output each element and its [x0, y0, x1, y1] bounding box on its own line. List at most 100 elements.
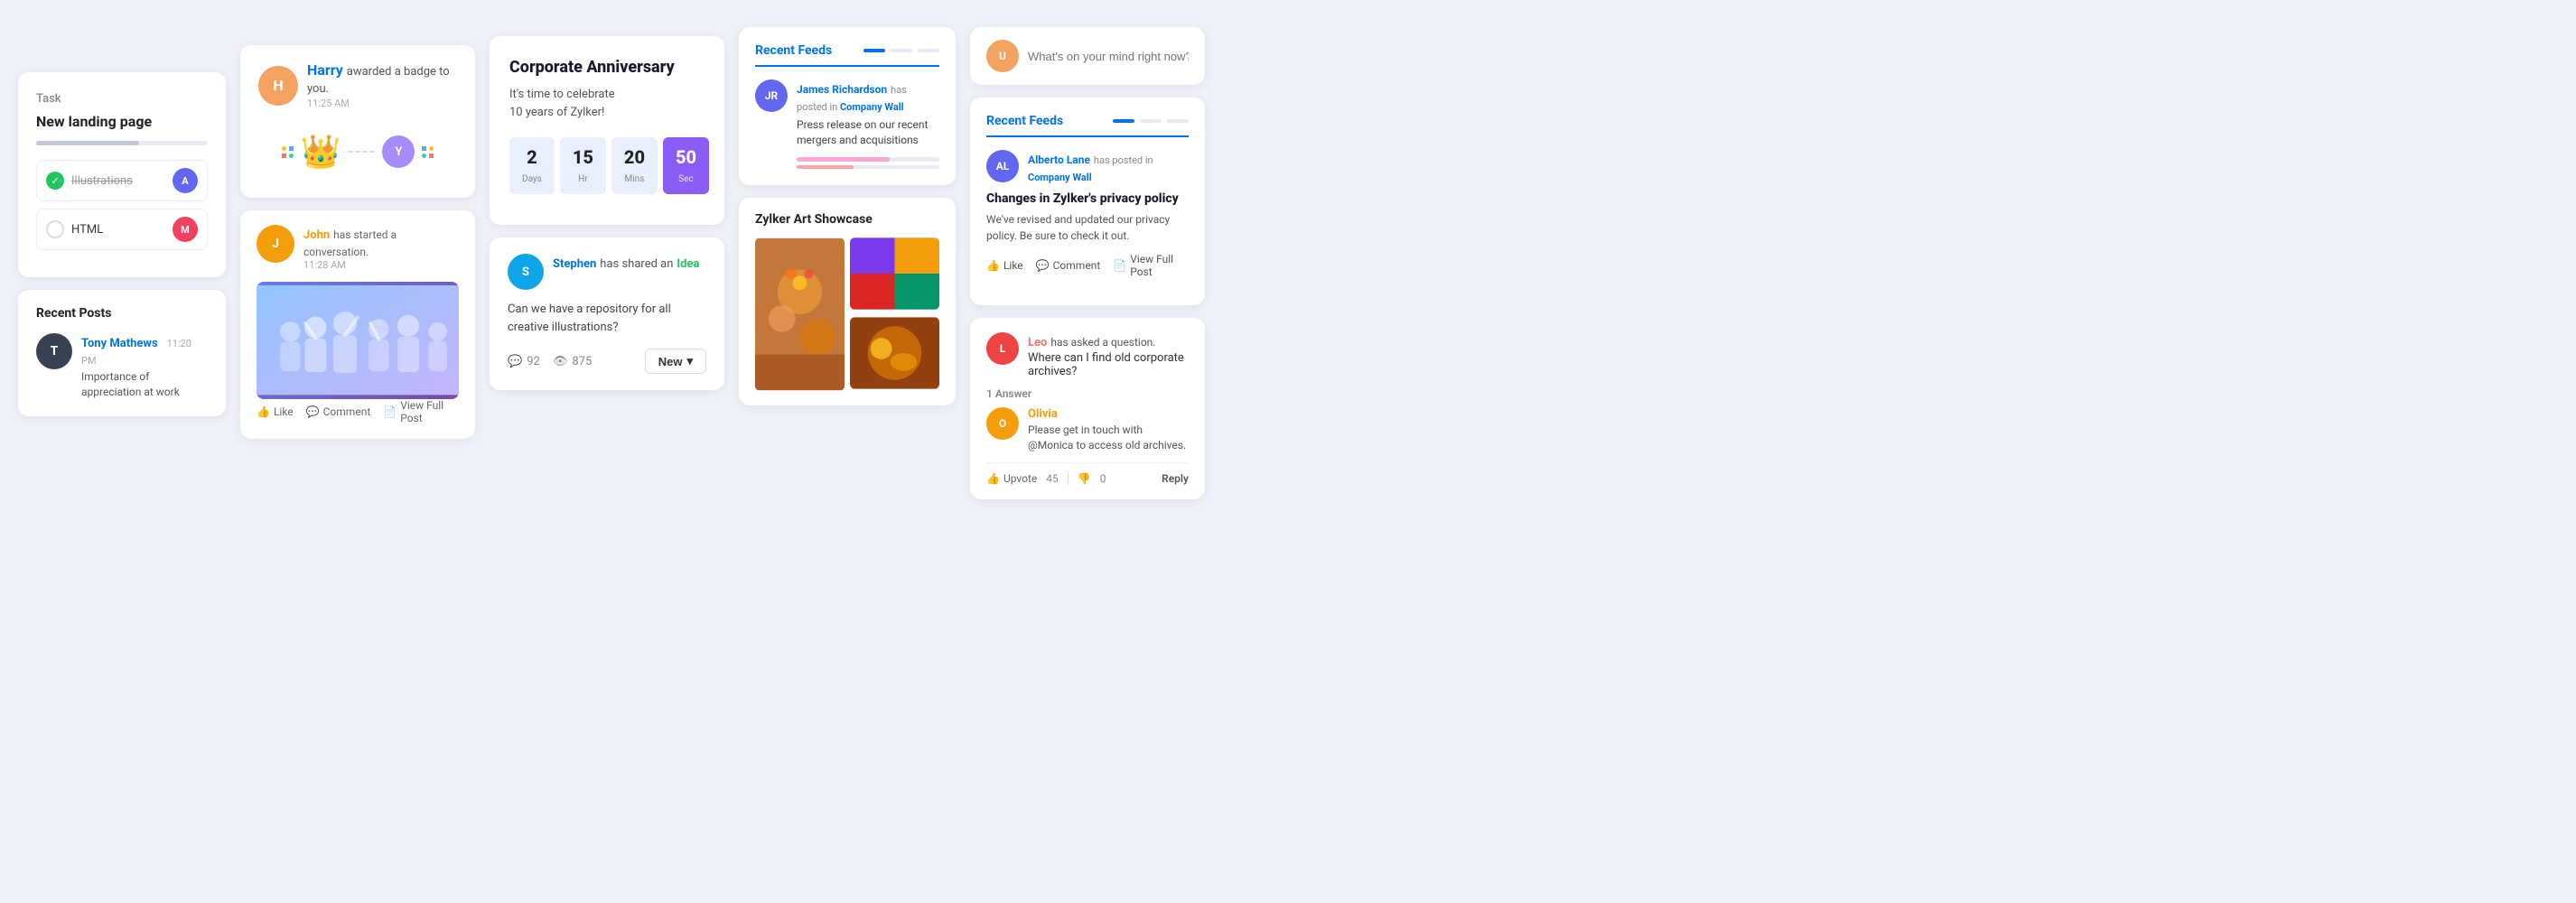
- feeds-tab-2[interactable]: [891, 49, 912, 52]
- recent-post-avatar: T: [36, 333, 72, 369]
- feed2-tab-2[interactable]: [1140, 119, 1162, 123]
- idea-comment-icon: 💬: [508, 355, 522, 368]
- art-image-left-tall: [755, 237, 845, 391]
- pp-poster-name: Alberto Lane: [1028, 154, 1090, 166]
- task-item-html[interactable]: HTML M: [36, 209, 208, 250]
- art-image-right-bottom: [850, 317, 939, 389]
- feed2-title: Recent Feeds: [986, 114, 1063, 128]
- upvote-label: Upvote: [1003, 472, 1037, 485]
- qa-question-section: L Leo has asked a question. Where can I …: [986, 332, 1189, 378]
- pp-view-label: View Full Post: [1130, 253, 1189, 278]
- recent-posts-title: Recent Posts: [36, 306, 208, 321]
- upvote-count: 45: [1046, 472, 1059, 485]
- badge-receiver-avatar: Y: [382, 135, 415, 168]
- idea-poster-name: Stephen: [553, 257, 596, 271]
- pp-post-title: Changes in Zylker's privacy policy: [986, 191, 1189, 206]
- qa-asker-text: has asked a question.: [1050, 336, 1155, 349]
- countdown-sec: 50 Sec: [663, 137, 709, 194]
- new-button[interactable]: New ▾: [645, 349, 706, 374]
- recent-posts-card: Recent Posts T Tony Mathews 11:20 PM Imp…: [18, 290, 226, 416]
- badge-card: H Harry awarded a badge to you. 11:25 AM: [240, 45, 475, 198]
- conv-like-btn[interactable]: 👍 Like: [257, 405, 294, 418]
- feed-item-james: JR James Richardson has posted in Compan…: [755, 79, 939, 169]
- anniversary-card: Corporate Anniversary It's time to celeb…: [490, 36, 724, 225]
- qa-vote-bar: 👍 Upvote 45 👎 0 Reply: [986, 462, 1189, 485]
- idea-view-icon: 👁: [553, 355, 568, 368]
- downvote-count: 0: [1100, 472, 1106, 485]
- recent-feeds-card: Recent Feeds JR James Richardson has pos…: [739, 27, 956, 185]
- conv-view-btn[interactable]: 📄 View Full Post: [383, 399, 459, 424]
- idea-action-bar: 💬 92 👁 875 New ▾: [508, 349, 706, 374]
- task-label: Task: [36, 92, 208, 106]
- feeds-tab-1[interactable]: [863, 49, 885, 52]
- qa-reply-btn[interactable]: Reply: [1162, 472, 1189, 485]
- idea-comment-stat: 💬 92: [508, 355, 540, 368]
- anniversary-title: Corporate Anniversary: [509, 58, 705, 77]
- like-icon: 👍: [257, 405, 270, 418]
- countdown-days: 2 Days: [509, 137, 555, 194]
- view-icon: 📄: [383, 405, 397, 418]
- pp-like-btn[interactable]: 👍 Like: [986, 259, 1023, 272]
- column-5: U Recent Feeds AL Alberto Lane has poste…: [970, 27, 1205, 499]
- task-item-illustrations-name: Illustrations: [71, 174, 133, 188]
- compose-avatar: U: [986, 40, 1019, 72]
- task-progress-bar: [36, 141, 208, 145]
- qa-answerer-name: Olivia: [1028, 407, 1189, 421]
- conversation-image: [257, 282, 459, 399]
- qa-answerer-avatar: O: [986, 407, 1019, 440]
- conversation-card: J John has started a conversation. 11:28…: [240, 210, 475, 439]
- column-2: H Harry awarded a badge to you. 11:25 AM: [240, 45, 475, 439]
- recent-post-name[interactable]: Tony Mathews: [81, 337, 158, 350]
- art-showcase-card: Zylker Art Showcase: [739, 198, 956, 405]
- feed2-tab-1[interactable]: [1113, 119, 1134, 123]
- new-btn-chevron-icon: ▾: [686, 354, 693, 368]
- qa-upvote-btn[interactable]: 👍 Upvote: [986, 472, 1037, 485]
- idea-card: S Stephen has shared an Idea Can we have…: [490, 237, 724, 390]
- compose-input[interactable]: [1028, 50, 1189, 63]
- new-btn-label: New: [658, 355, 683, 368]
- art-title: Zylker Art Showcase: [755, 212, 939, 227]
- feed2-tab-3[interactable]: [1167, 119, 1189, 123]
- conversation-svg: [257, 285, 459, 395]
- idea-action-text: has shared an: [600, 257, 673, 271]
- countdown: 2 Days 15 Hr 20 Mins 50 Sec: [509, 137, 705, 194]
- pp-post-text: We've revised and updated our privacy po…: [986, 211, 1189, 244]
- feeds-tab-3[interactable]: [918, 49, 939, 52]
- pp-comment-btn[interactable]: 💬 Comment: [1036, 259, 1101, 272]
- task-check-done-icon: ✓: [46, 172, 64, 190]
- conv-comment-label: Comment: [323, 405, 371, 418]
- task-item-avatar-1: M: [173, 217, 198, 242]
- idea-desc: Can we have a repository for all creativ…: [508, 301, 706, 336]
- task-item-html-name: HTML: [71, 223, 103, 237]
- pp-avatar: AL: [986, 150, 1019, 182]
- qa-asker-avatar: L: [986, 332, 1019, 365]
- anniversary-desc: It's time to celebrate10 years of Zylker…: [509, 86, 705, 121]
- feed-bar: [797, 157, 939, 162]
- conv-comment-btn[interactable]: 💬 Comment: [306, 405, 371, 418]
- pp-where: Company Wall: [1028, 172, 1092, 183]
- art-image-right-top: [850, 237, 939, 310]
- task-item-illustrations[interactable]: ✓ Illustrations A: [36, 160, 208, 201]
- column-3: Corporate Anniversary It's time to celeb…: [490, 36, 724, 390]
- badge-giver-name: Harry: [307, 61, 343, 79]
- feed2-card: Recent Feeds AL Alberto Lane has posted …: [970, 98, 1205, 305]
- qa-answer-text: Please get in touch with @Monica to acce…: [1028, 423, 1189, 453]
- conv-action-bar: 👍 Like 💬 Comment 📄 View Full Post: [257, 399, 459, 424]
- conv-time: 11:28 AM: [303, 259, 459, 271]
- column-4: Recent Feeds JR James Richardson has pos…: [739, 27, 956, 405]
- pp-view-btn[interactable]: 📄 View Full Post: [1113, 253, 1189, 278]
- conv-like-label: Like: [274, 405, 294, 418]
- qa-answer-section: O Olivia Please get in touch with @Monic…: [986, 407, 1189, 453]
- privacy-post: AL Alberto Lane has posted in Company Wa…: [986, 150, 1189, 278]
- badge-crown-icon: 👑: [301, 133, 341, 171]
- task-check-empty-icon: [46, 220, 64, 238]
- art-grid: [755, 237, 939, 391]
- task-title: New landing page: [36, 113, 208, 130]
- qa-downvote-btn[interactable]: 👎: [1078, 472, 1091, 485]
- comment-icon: 💬: [306, 405, 320, 418]
- compose-card: U: [970, 27, 1205, 85]
- idea-view-count: 875: [572, 355, 592, 368]
- idea-tag: Idea: [677, 257, 699, 271]
- feeds-title: Recent Feeds: [755, 43, 832, 58]
- feed-where: Company Wall: [840, 101, 904, 113]
